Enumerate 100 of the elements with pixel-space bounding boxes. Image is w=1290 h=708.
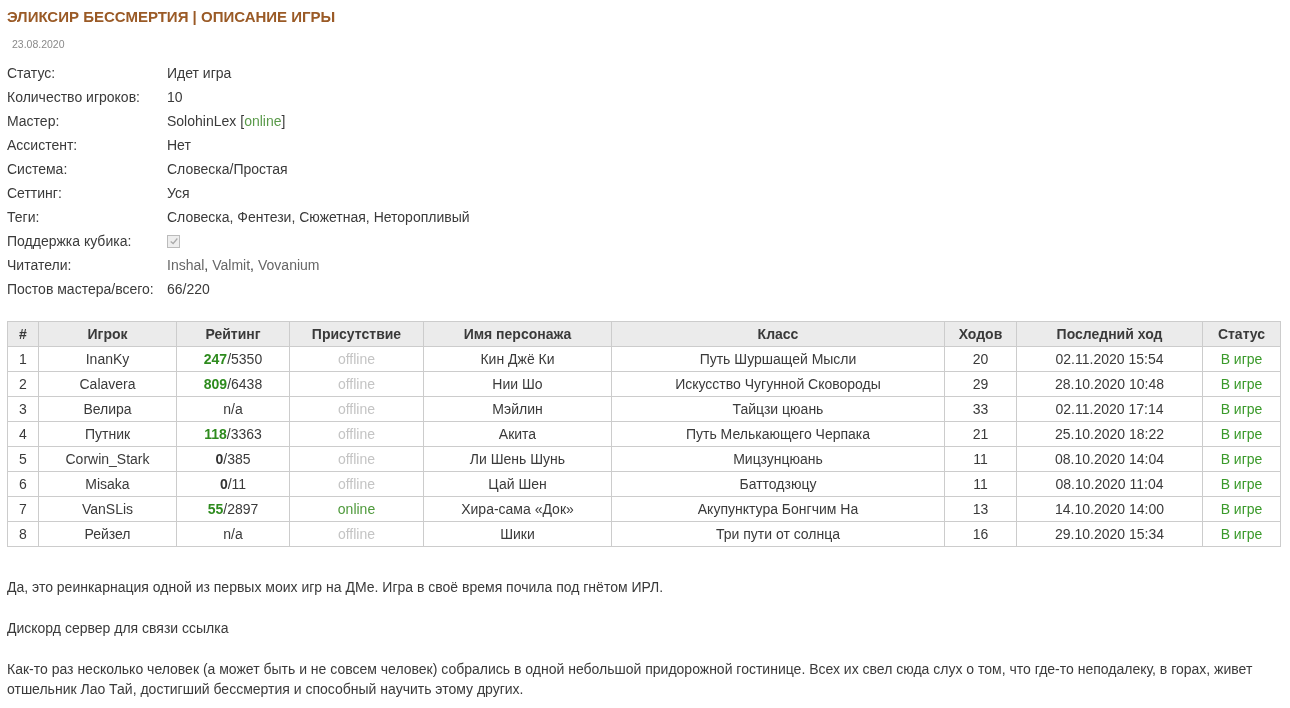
column-header: Имя персонажа — [423, 321, 612, 347]
presence-cell: offline — [289, 446, 424, 472]
player-name[interactable]: Путник — [38, 421, 177, 447]
last-move-cell: 02.11.2020 15:54 — [1016, 346, 1203, 372]
reader-link[interactable]: Vovanium — [258, 257, 320, 273]
character-name: Хира-сама «Док» — [423, 496, 612, 522]
class-cell: Мицзунцюань — [611, 446, 945, 472]
column-header: Последний ход — [1016, 321, 1203, 347]
column-header: # — [7, 321, 39, 347]
field-value: Словеска/Простая — [167, 161, 288, 177]
status-cell: В игре — [1202, 446, 1281, 472]
last-move-cell: 29.10.2020 15:34 — [1016, 521, 1203, 547]
presence-status: [online] — [240, 113, 286, 129]
field-value: Уся — [167, 185, 190, 201]
presence-cell: offline — [289, 521, 424, 547]
last-move-cell: 25.10.2020 18:22 — [1016, 421, 1203, 447]
table-cell: 6 — [7, 471, 39, 497]
class-cell: Акупунктура Бонгчим На — [611, 496, 945, 522]
player-name[interactable]: Calavera — [38, 371, 177, 397]
moves-cell: 11 — [944, 471, 1017, 497]
rating-cell: 55/2897 — [176, 496, 290, 522]
presence-cell: offline — [289, 371, 424, 397]
last-move-cell: 08.10.2020 11:04 — [1016, 471, 1203, 497]
column-header: Присутствие — [289, 321, 424, 347]
description-paragraph: Да, это реинкарнация одной из первых моих игр на ДМе. Игра в своё время почила под гнётом ИРЛ. — [7, 578, 665, 597]
field-label: Ассистент: — [7, 137, 79, 153]
presence-cell: offline — [289, 396, 424, 422]
field-value: 10 — [167, 89, 183, 105]
character-name: Ли Шень Шунь — [423, 446, 612, 472]
moves-cell: 13 — [944, 496, 1017, 522]
table-cell: 5 — [7, 446, 39, 472]
field-label: Система: — [7, 161, 69, 177]
moves-cell: 29 — [944, 371, 1017, 397]
field-label: Количество игроков: — [7, 89, 141, 105]
column-header: Класс — [611, 321, 945, 347]
character-name: Мэйлин — [423, 396, 612, 422]
class-cell: Путь Мелькающего Черпака — [611, 421, 945, 447]
table-cell: 8 — [7, 521, 39, 547]
last-move-cell: 14.10.2020 14:00 — [1016, 496, 1203, 522]
column-header: Ходов — [944, 321, 1017, 347]
column-header: Статус — [1202, 321, 1281, 347]
dice-checkbox[interactable] — [167, 234, 180, 248]
field-value: 66/220 — [167, 281, 210, 297]
character-name: Цай Шен — [423, 471, 612, 497]
field-label: Поддержка кубика: — [7, 233, 133, 249]
column-header: Рейтинг — [176, 321, 290, 347]
status-cell: В игре — [1202, 346, 1281, 372]
last-move-cell: 08.10.2020 14:04 — [1016, 446, 1203, 472]
rating-cell: 809/6438 — [176, 371, 290, 397]
field-label: Постов мастера/всего: — [7, 281, 155, 297]
separator-comma: , — [204, 257, 209, 273]
presence-cell: online — [289, 496, 424, 522]
character-name: Акита — [423, 421, 612, 447]
player-name[interactable]: Велира — [38, 396, 177, 422]
table-cell: 4 — [7, 421, 39, 447]
table-cell: 3 — [7, 396, 39, 422]
rating-cell: 118/3363 — [176, 421, 290, 447]
player-name[interactable]: Рейзел — [38, 521, 177, 547]
class-cell: Три пути от солнца — [611, 521, 945, 547]
master-name: SolohinLex — [167, 113, 237, 129]
class-cell: Баттодзюцу — [611, 471, 945, 497]
column-header: Игрок — [38, 321, 177, 347]
rating-cell: n/a — [176, 521, 290, 547]
player-name[interactable]: Corwin_Stark — [38, 446, 177, 472]
field-value: Идет игра — [167, 65, 232, 81]
status-cell: В игре — [1202, 496, 1281, 522]
player-name[interactable]: VanSLis — [38, 496, 177, 522]
status-cell: В игре — [1202, 371, 1281, 397]
character-name: Нии Шо — [423, 371, 612, 397]
presence-cell: offline — [289, 346, 424, 372]
field-value: Нет — [167, 137, 191, 153]
status-cell: В игре — [1202, 421, 1281, 447]
character-name: Шики — [423, 521, 612, 547]
rating-cell: 247/5350 — [176, 346, 290, 372]
class-cell: Тайцзи цюань — [611, 396, 945, 422]
presence-cell: offline — [289, 471, 424, 497]
last-move-cell: 28.10.2020 10:48 — [1016, 371, 1203, 397]
presence-cell: offline — [289, 421, 424, 447]
field-label: Читатели: — [7, 257, 73, 273]
field-label: Статус: — [7, 65, 57, 81]
moves-cell: 21 — [944, 421, 1017, 447]
post-date: 23.08.2020 — [12, 38, 66, 50]
status-cell: В игре — [1202, 471, 1281, 497]
last-move-cell: 02.11.2020 17:14 — [1016, 396, 1203, 422]
table-cell: 1 — [7, 346, 39, 372]
rating-cell: 0/11 — [176, 471, 290, 497]
moves-cell: 20 — [944, 346, 1017, 372]
rating-cell: n/a — [176, 396, 290, 422]
page-title: ЭЛИКСИР БЕССМЕРТИЯ | ОПИСАНИЕ ИГРЫ — [7, 8, 337, 25]
field-label: Сеттинг: — [7, 185, 63, 201]
class-cell: Искусство Чугунной Сковороды — [611, 371, 945, 397]
description-paragraph: Как-то раз несколько человек (а может быть и не совсем человек) собрались в одной небольшой придорожной гостинице. Всех их свел сюда слух о том, что где-то неподалеку, в горах, живет отшельник Лао Тай, достигший бессмертия и способный научить этому других. — [7, 660, 1254, 699]
rating-cell: 0/385 — [176, 446, 290, 472]
player-name[interactable]: InanKy — [38, 346, 177, 372]
field-value: Словеска, Фентези, Сюжетная, Неторопливый — [167, 209, 470, 225]
player-name[interactable]: Misaka — [38, 471, 177, 497]
moves-cell: 16 — [944, 521, 1017, 547]
character-name: Кин Джё Ки — [423, 346, 612, 372]
moves-cell: 11 — [944, 446, 1017, 472]
table-cell: 2 — [7, 371, 39, 397]
